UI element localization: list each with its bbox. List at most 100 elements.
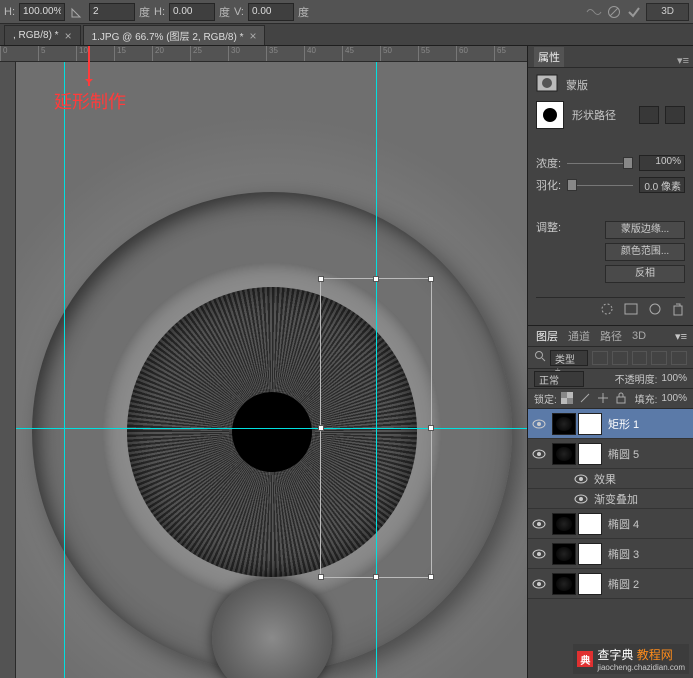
density-value[interactable]: 100% <box>639 155 685 171</box>
search-icon[interactable] <box>534 350 546 365</box>
angle-icon <box>69 4 85 20</box>
mask-thumb-icon <box>536 74 558 95</box>
commit-icon[interactable] <box>626 4 642 20</box>
invert-button[interactable]: 反相 <box>605 265 685 283</box>
guide-vertical-2[interactable] <box>64 62 65 678</box>
layer-row[interactable]: 渐变叠加 <box>528 489 693 509</box>
filter-shape-icon[interactable] <box>651 351 667 365</box>
visibility-icon[interactable] <box>532 547 546 561</box>
tab-layers[interactable]: 图层 <box>534 328 560 344</box>
cancel-icon[interactable] <box>606 4 622 20</box>
blend-mode-select[interactable]: 正常 <box>534 371 584 387</box>
color-range-button[interactable]: 颜色范围... <box>605 243 685 261</box>
mask-thumb[interactable] <box>578 513 602 535</box>
visibility-icon[interactable] <box>532 577 546 591</box>
layer-thumb[interactable] <box>552 413 576 435</box>
mask-thumb[interactable] <box>578 573 602 595</box>
layer-thumb[interactable] <box>552 573 576 595</box>
watermark: 典 查字典 教程网 jiaocheng.chazidian.com <box>573 644 689 674</box>
tab-channels[interactable]: 通道 <box>566 328 592 344</box>
skew-h-input[interactable] <box>169 3 215 21</box>
mask-edge-button[interactable]: 蒙版边缘... <box>605 221 685 239</box>
panel-menu-icon[interactable]: ▾≡ <box>675 330 687 343</box>
mask-swatch[interactable] <box>536 101 564 129</box>
transform-bbox[interactable] <box>320 278 432 578</box>
visibility-icon[interactable] <box>574 492 588 506</box>
scale-label: H: <box>4 6 15 18</box>
layer-row[interactable]: 椭圆 2 <box>528 569 693 599</box>
mask-thumb[interactable] <box>578 413 602 435</box>
pixel-mask-icon[interactable] <box>639 106 659 124</box>
close-icon[interactable]: × <box>249 29 256 43</box>
filter-pixel-icon[interactable] <box>592 351 608 365</box>
doc-tab-1[interactable]: , RGB/8) * × <box>4 25 81 45</box>
angle-input[interactable] <box>89 3 135 21</box>
vector-mask-icon[interactable] <box>665 106 685 124</box>
density-slider[interactable] <box>567 157 633 169</box>
filter-type-icon[interactable] <box>632 351 648 365</box>
visibility-icon[interactable] <box>532 417 546 431</box>
layer-name[interactable]: 椭圆 5 <box>608 446 689 462</box>
visibility-icon[interactable] <box>574 472 588 486</box>
guide-horizontal[interactable] <box>16 428 527 429</box>
skew-v-input[interactable] <box>248 3 294 21</box>
lock-pixels-icon[interactable] <box>579 392 593 406</box>
3d-button[interactable]: 3D <box>646 3 689 21</box>
ruler-tick: 25 <box>190 46 202 62</box>
v-unit: 度 <box>298 4 309 20</box>
feather-slider[interactable] <box>567 179 633 191</box>
layer-row[interactable]: 椭圆 5 <box>528 439 693 469</box>
load-selection-icon[interactable] <box>599 302 615 319</box>
ruler-tick: 30 <box>228 46 240 62</box>
ruler-vertical[interactable] <box>0 62 16 678</box>
canvas[interactable] <box>16 62 527 678</box>
doc-tab-2[interactable]: 1.JPG @ 66.7% (图层 2, RGB/8) * × <box>83 25 266 45</box>
mask-thumb[interactable] <box>578 443 602 465</box>
filter-smart-icon[interactable] <box>671 351 687 365</box>
layer-name[interactable]: 椭圆 4 <box>608 516 689 532</box>
ruler-tick: 0 <box>0 46 7 62</box>
filter-type-select[interactable]: 类型 ÷ <box>550 350 588 366</box>
ruler-tick: 45 <box>342 46 354 62</box>
close-icon[interactable]: × <box>65 29 72 43</box>
filter-adjust-icon[interactable] <box>612 351 628 365</box>
lock-transparent-icon[interactable] <box>561 392 575 406</box>
ruler-horizontal[interactable]: 05101520253035404550556065 <box>0 46 527 62</box>
tab-properties[interactable]: 属性 <box>534 47 564 67</box>
layer-name[interactable]: 椭圆 2 <box>608 576 689 592</box>
layers-panel-tabs: 图层 通道 路径 3D ▾≡ <box>528 325 693 347</box>
layer-thumb[interactable] <box>552 443 576 465</box>
properties-tabs: 属性 ▾≡ <box>528 46 693 68</box>
feather-value[interactable]: 0.0 像素 <box>639 177 685 193</box>
layer-row[interactable]: 椭圆 4 <box>528 509 693 539</box>
mask-thumb[interactable] <box>578 543 602 565</box>
layer-thumb[interactable] <box>552 543 576 565</box>
visibility-icon[interactable] <box>532 517 546 531</box>
visibility-icon[interactable] <box>532 447 546 461</box>
tab-3d[interactable]: 3D <box>630 330 648 342</box>
layer-name[interactable]: 椭圆 3 <box>608 546 689 562</box>
scale-input[interactable] <box>19 3 65 21</box>
layer-row[interactable]: 椭圆 3 <box>528 539 693 569</box>
fill-value[interactable]: 100% <box>661 393 687 404</box>
ruler-tick: 15 <box>114 46 126 62</box>
lock-all-icon[interactable] <box>615 392 629 406</box>
ruler-tick: 20 <box>152 46 164 62</box>
layer-row[interactable]: 矩形 1 <box>528 409 693 439</box>
delete-mask-icon[interactable] <box>671 302 685 319</box>
layer-thumb[interactable] <box>552 513 576 535</box>
warp-icon[interactable] <box>586 4 602 20</box>
disable-mask-icon[interactable] <box>647 302 663 319</box>
apply-mask-icon[interactable] <box>623 302 639 319</box>
effect-name[interactable]: 渐变叠加 <box>594 491 689 507</box>
lock-position-icon[interactable] <box>597 392 611 406</box>
tab-paths[interactable]: 路径 <box>598 328 624 344</box>
ruler-tick: 60 <box>456 46 468 62</box>
effect-name[interactable]: 效果 <box>594 471 689 487</box>
ruler-tick: 40 <box>304 46 316 62</box>
panel-menu-icon[interactable]: ▾≡ <box>677 54 689 67</box>
opacity-value[interactable]: 100% <box>661 373 687 384</box>
canvas-area: 05101520253035404550556065 延形制作 <box>0 46 527 678</box>
layer-row[interactable]: 效果 <box>528 469 693 489</box>
layer-name[interactable]: 矩形 1 <box>608 416 689 432</box>
